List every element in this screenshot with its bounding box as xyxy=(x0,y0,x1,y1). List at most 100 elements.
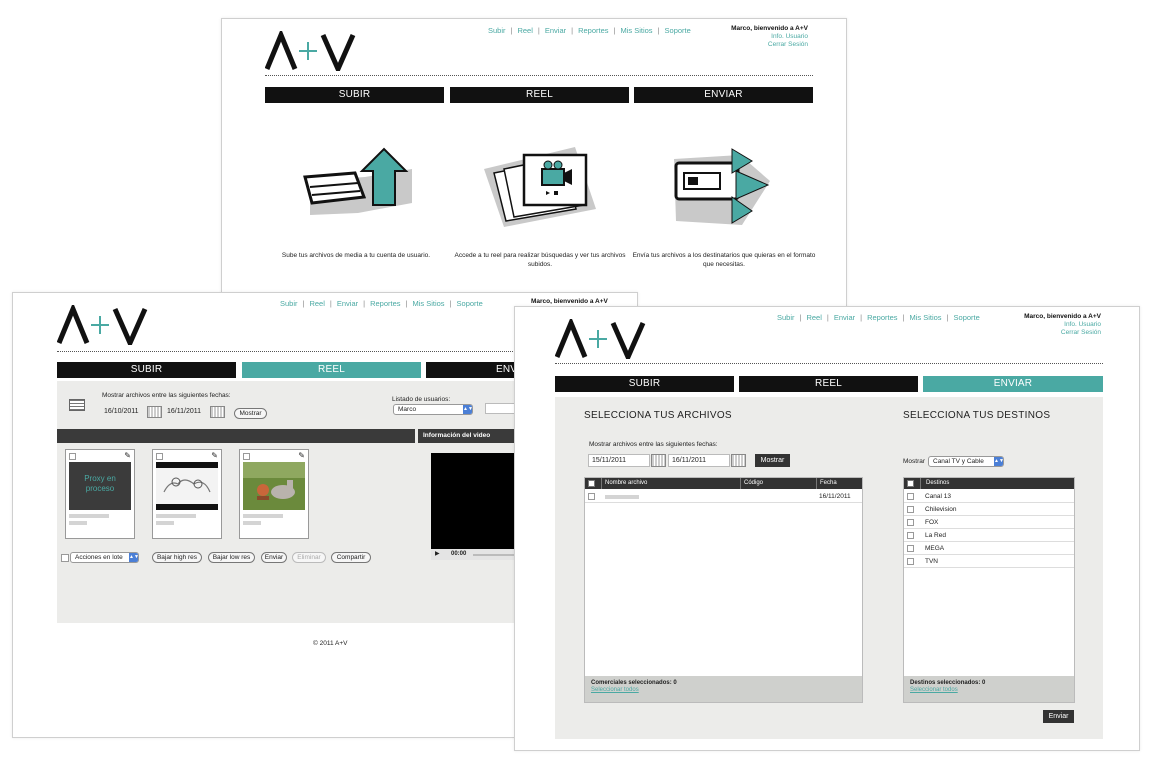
copyright: © 2011 A+V xyxy=(313,640,348,647)
delete-button[interactable]: Eliminar xyxy=(292,552,326,563)
share-button[interactable]: Compartir xyxy=(331,552,371,563)
feature-text-enviar: Envía tus archivos a los destinatarios q… xyxy=(632,252,816,268)
batch-actions-select[interactable]: Acciones en lote ▲▼ xyxy=(70,552,139,563)
media-thumb-proxy[interactable]: ✎ Proxy en proceso xyxy=(65,449,135,539)
date-prompt: Mostrar archivos entre las siguientes fe… xyxy=(589,441,718,448)
dest-checkbox[interactable] xyxy=(907,519,914,526)
tab-enviar[interactable]: ENVIAR xyxy=(634,87,813,103)
destination-filter-value: Canal TV y Cable xyxy=(933,458,984,465)
list-item[interactable]: Canal 13 xyxy=(904,490,1074,503)
list-item[interactable]: FOX xyxy=(904,516,1074,529)
nav-reel[interactable]: Reel xyxy=(309,299,324,308)
nav-mis-sitios[interactable]: Mis Sitios xyxy=(412,299,444,308)
thumb-checkbox[interactable] xyxy=(156,453,163,460)
brand-logo[interactable] xyxy=(57,305,151,345)
list-item[interactable]: Chilevision xyxy=(904,503,1074,516)
list-item[interactable]: TVN xyxy=(904,555,1074,568)
row-checkbox[interactable] xyxy=(588,493,595,500)
brand-logo[interactable] xyxy=(555,319,649,359)
list-item[interactable]: La Red xyxy=(904,529,1074,542)
nav-reel[interactable]: Reel xyxy=(806,313,821,322)
nav-enviar[interactable]: Enviar xyxy=(834,313,855,322)
table-row[interactable]: 16/11/2011 xyxy=(585,490,862,503)
edit-icon[interactable]: ✎ xyxy=(211,452,218,460)
logout-link[interactable]: Cerrar Sesión xyxy=(1024,329,1101,337)
select-all-files-link[interactable]: Seleccionar todos xyxy=(591,687,856,694)
nav-sep: | xyxy=(449,299,452,308)
edit-icon[interactable]: ✎ xyxy=(124,452,131,460)
edit-icon[interactable]: ✎ xyxy=(298,452,305,460)
nav-reel[interactable]: Reel xyxy=(517,26,532,35)
nav-subir[interactable]: Subir xyxy=(280,299,298,308)
download-low-res-button[interactable]: Bajar low res xyxy=(208,552,255,563)
show-button[interactable]: Mostrar xyxy=(234,408,267,419)
dest-checkbox[interactable] xyxy=(907,558,914,565)
select-all-files-checkbox[interactable] xyxy=(588,480,595,487)
dest-checkbox[interactable] xyxy=(907,545,914,552)
date-from-field[interactable]: 16/10/2011 xyxy=(101,406,147,419)
nav-reportes[interactable]: Reportes xyxy=(370,299,400,308)
calendar-icon[interactable] xyxy=(147,406,162,418)
calendar-icon[interactable] xyxy=(731,454,746,467)
submit-send-button[interactable]: Enviar xyxy=(1043,710,1074,723)
nav-subir[interactable]: Subir xyxy=(488,26,506,35)
users-label: Listado de usuarios: xyxy=(392,396,451,403)
column-destinations[interactable]: Destinos xyxy=(920,478,1074,489)
nav-subir[interactable]: Subir xyxy=(777,313,795,322)
upload-icon[interactable] xyxy=(300,147,415,219)
dest-checkbox[interactable] xyxy=(907,493,914,500)
send-button[interactable]: Enviar xyxy=(261,552,287,563)
tab-reel[interactable]: REEL xyxy=(242,362,421,378)
date-to-field[interactable]: 16/11/2011 xyxy=(668,454,730,467)
column-name[interactable]: Nombre archivo xyxy=(601,478,739,489)
thumb-checkbox[interactable] xyxy=(243,453,250,460)
files-table: Nombre archivo Código Fecha 16/11/2011 C… xyxy=(584,477,863,703)
logout-link[interactable]: Cerrar Sesión xyxy=(731,41,808,49)
dest-checkbox[interactable] xyxy=(907,532,914,539)
nav-soporte[interactable]: Soporte xyxy=(665,26,691,35)
nav-mis-sitios[interactable]: Mis Sitios xyxy=(909,313,941,322)
user-info-link[interactable]: Info. Usuario xyxy=(731,33,808,41)
select-all-checkbox[interactable] xyxy=(61,554,69,562)
nav-reportes[interactable]: Reportes xyxy=(867,313,897,322)
user-info-link[interactable]: Info. Usuario xyxy=(1024,321,1101,329)
media-thumb-sketch[interactable]: ✎ xyxy=(152,449,222,539)
nav-enviar[interactable]: Enviar xyxy=(545,26,566,35)
calendar-icon[interactable] xyxy=(651,454,666,467)
select-all-dest-checkbox[interactable] xyxy=(907,480,914,487)
calendar-icon[interactable] xyxy=(210,406,225,418)
tab-subir[interactable]: SUBIR xyxy=(555,376,734,392)
column-date[interactable]: Fecha xyxy=(816,478,862,489)
nav-sep: | xyxy=(613,26,616,35)
media-thumb-cartoon[interactable]: ✎ xyxy=(239,449,309,539)
list-view-icon[interactable] xyxy=(69,399,85,411)
thumb-checkbox[interactable] xyxy=(69,453,76,460)
file-date: 16/11/2011 xyxy=(819,493,851,500)
destination-filter-select[interactable]: Canal TV y Cable ▲▼ xyxy=(928,456,1004,467)
brand-logo[interactable] xyxy=(265,31,359,71)
nav-enviar[interactable]: Enviar xyxy=(337,299,358,308)
select-all-destinations-link[interactable]: Seleccionar todos xyxy=(910,687,1068,694)
date-from-field[interactable]: 15/11/2011 xyxy=(588,454,650,467)
download-high-res-button[interactable]: Bajar high res xyxy=(152,552,202,563)
tab-subir[interactable]: SUBIR xyxy=(265,87,444,103)
list-item[interactable]: MEGA xyxy=(904,542,1074,555)
nav-reportes[interactable]: Reportes xyxy=(578,26,608,35)
show-button[interactable]: Mostrar xyxy=(755,454,790,467)
play-button-icon[interactable]: ▶ xyxy=(435,549,440,560)
nav-sep: | xyxy=(510,26,513,35)
nav-soporte[interactable]: Soporte xyxy=(457,299,483,308)
nav-mis-sitios[interactable]: Mis Sitios xyxy=(620,26,652,35)
tab-subir[interactable]: SUBIR xyxy=(57,362,236,378)
reel-icon[interactable] xyxy=(480,139,600,229)
users-select[interactable]: Marco ▲▼ xyxy=(393,404,473,415)
tab-enviar[interactable]: ENVIAR xyxy=(923,376,1103,392)
column-code[interactable]: Código xyxy=(740,478,815,489)
dest-checkbox[interactable] xyxy=(907,506,914,513)
tab-reel[interactable]: REEL xyxy=(450,87,629,103)
date-to-field[interactable]: 16/11/2011 xyxy=(164,406,210,419)
tab-reel[interactable]: REEL xyxy=(739,376,918,392)
send-icon[interactable] xyxy=(670,141,780,229)
destinations-footer: Destinos seleccionados: 0 Seleccionar to… xyxy=(904,676,1074,702)
nav-soporte[interactable]: Soporte xyxy=(954,313,980,322)
